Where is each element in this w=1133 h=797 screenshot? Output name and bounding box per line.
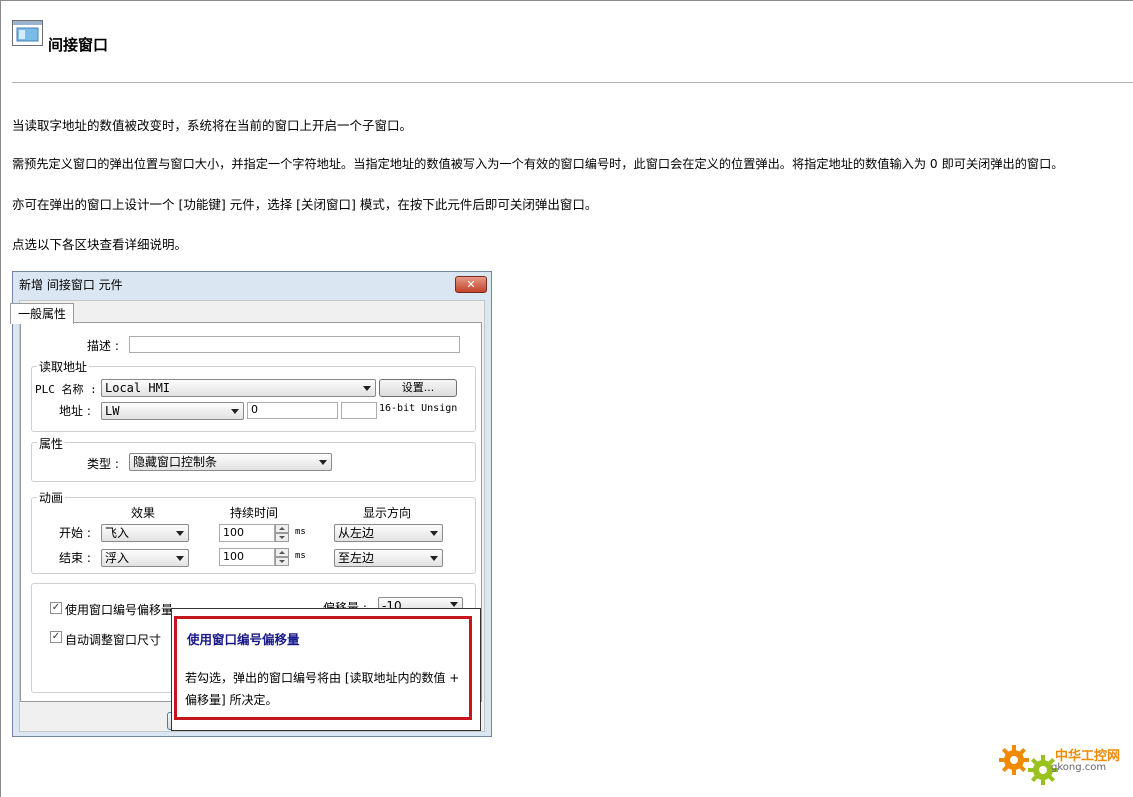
tooltip-highlight-frame: 使用窗口编号偏移量 若勾选，弹出的窗口编号将由 [读取地址内的数值 + 偏移量]…	[174, 616, 472, 720]
start-effect-select[interactable]: 飞入	[101, 524, 189, 542]
tab-general-properties[interactable]: 一般属性	[10, 303, 74, 324]
start-effect-value: 飞入	[105, 526, 130, 540]
chevron-down-icon	[176, 531, 184, 536]
spin-down-icon[interactable]	[275, 557, 289, 566]
tooltip-title: 使用窗口编号偏移量	[187, 632, 300, 647]
start-direction-select[interactable]: 从左边	[334, 524, 443, 542]
read-address-group-label: 读取地址	[37, 358, 90, 375]
animation-group-label: 动画	[37, 489, 66, 506]
use-offset-label: 使用窗口编号偏移量	[65, 603, 174, 617]
type-label: 类型 :	[87, 457, 119, 471]
spin-up-icon[interactable]	[275, 524, 289, 533]
spin-down-icon[interactable]	[275, 533, 289, 542]
address-index-input[interactable]	[341, 402, 377, 419]
effect-column-header: 效果	[131, 506, 156, 520]
duration-column-header: 持续时间	[230, 506, 279, 520]
chevron-down-icon	[319, 460, 327, 465]
device-type-select[interactable]: LW	[101, 402, 244, 420]
spin-up-icon[interactable]	[275, 548, 289, 557]
start-duration-stepper[interactable]: 100	[219, 524, 291, 542]
chevron-down-icon	[430, 531, 438, 536]
plc-name-select[interactable]: Local HMI	[101, 379, 376, 397]
end-direction-select[interactable]: 至左边	[334, 549, 443, 567]
chevron-down-icon	[363, 386, 371, 391]
start-duration-value[interactable]: 100	[219, 524, 275, 542]
plc-name-label: PLC 名称 :	[35, 383, 97, 396]
start-label: 开始 :	[59, 526, 91, 540]
tooltip-text: 若勾选，弹出的窗口编号将由 [读取地址内的数值 + 偏移量] 所决定。	[185, 671, 460, 707]
intro-paragraph-4: 点选以下各区块查看详细说明。	[12, 237, 188, 252]
intro-paragraph-1: 当读取字地址的数值被改变时，系统将在当前的窗口上开启一个子窗口。	[12, 118, 413, 133]
start-direction-value: 从左边	[338, 526, 375, 540]
start-duration-unit: ms	[295, 527, 306, 537]
end-label: 结束 :	[59, 551, 91, 565]
chevron-down-icon	[430, 556, 438, 561]
window-icon	[12, 20, 43, 46]
plc-name-value: Local HMI	[105, 381, 171, 395]
auto-size-checkbox[interactable]: ✓	[50, 631, 62, 643]
attributes-group-label: 属性	[37, 435, 66, 452]
intro-paragraph-3: 亦可在弹出的窗口上设计一个 [功能键] 元件，选择 [关闭窗口] 模式，在按下此…	[12, 197, 598, 212]
help-tooltip: 使用窗口编号偏移量 若勾选，弹出的窗口编号将由 [读取地址内的数值 + 偏移量]…	[171, 608, 481, 731]
end-direction-value: 至左边	[338, 551, 375, 565]
chevron-down-icon	[176, 556, 184, 561]
chevron-down-icon	[450, 602, 458, 607]
intro-paragraph-2: 需预先定义窗口的弹出位置与窗口大小，并指定一个字符地址。当指定地址的数值被写入为…	[12, 157, 1064, 171]
end-effect-value: 浮入	[105, 551, 130, 565]
page-title: 间接窗口	[48, 36, 109, 54]
end-duration-value[interactable]: 100	[219, 548, 275, 566]
use-offset-checkbox[interactable]: ✓	[50, 602, 62, 614]
description-input[interactable]	[129, 336, 460, 353]
end-effect-select[interactable]: 浮入	[101, 549, 189, 567]
direction-column-header: 显示方向	[363, 506, 412, 520]
divider	[12, 82, 1133, 83]
close-icon[interactable]: ✕	[455, 276, 487, 293]
type-select[interactable]: 隐藏窗口控制条	[129, 453, 332, 471]
address-input[interactable]: 0	[247, 402, 338, 419]
description-label: 描述 :	[87, 339, 119, 353]
watermark-url: gkong.com	[1051, 762, 1107, 773]
type-value: 隐藏窗口控制条	[133, 455, 218, 469]
end-duration-stepper[interactable]: 100	[219, 548, 291, 566]
end-duration-unit: ms	[295, 551, 306, 561]
device-type-value: LW	[105, 404, 120, 418]
settings-button[interactable]: 设置...	[379, 379, 457, 397]
address-label: 地址 :	[59, 404, 91, 418]
data-format-label: 16-bit Unsign	[379, 403, 458, 414]
auto-size-label: 自动调整窗口尺寸	[65, 633, 162, 647]
dialog-title: 新增 间接窗口 元件	[19, 278, 123, 292]
chevron-down-icon	[231, 409, 239, 414]
read-address-group	[31, 366, 476, 432]
